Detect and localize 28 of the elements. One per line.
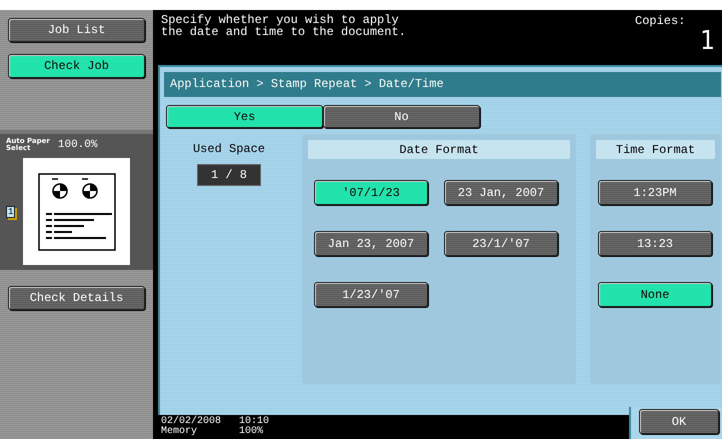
toggle-button[interactable]: Yes (166, 105, 323, 128)
date-format-option[interactable]: 23 Jan, 2007 (444, 180, 558, 205)
copies-badge: 1 (6, 206, 16, 218)
breadcrumb: Application > Stamp Repeat > Date/Time (164, 72, 721, 97)
time-format-option[interactable]: 1:23PM (598, 180, 712, 205)
copies-count: 1 (700, 28, 715, 54)
status-time: 10:10 (239, 417, 270, 427)
ok-button[interactable]: OK (639, 409, 719, 434)
date-format-option[interactable]: '07/1/23 (314, 180, 428, 205)
toggle-button[interactable]: No (323, 105, 480, 128)
memory-label: Memory (161, 427, 198, 437)
time-format-option[interactable]: 13:23 (598, 231, 712, 256)
date-format-option[interactable]: 1/23/'07 (314, 282, 428, 307)
memory-value: 100% (239, 427, 264, 437)
date-format-option[interactable]: 23/1/'07 (444, 231, 558, 256)
status-date: 02/02/2008 (161, 417, 222, 427)
date-format-option[interactable]: Jan 23, 2007 (314, 231, 428, 256)
used-space-label: Used Space (192, 142, 265, 156)
zoom-ratio: 100.0% (58, 139, 98, 151)
section-title: Date Format (308, 140, 570, 159)
sidebar-button[interactable]: Check Job (8, 54, 145, 78)
sidebar-button[interactable]: Job List (8, 18, 145, 42)
copies-label: Copies: (635, 14, 686, 28)
used-space-value: 1 / 8 (197, 164, 261, 186)
instruction-message: Specify whether you wish to apply the date and time to the document. (161, 14, 406, 41)
time-format-option[interactable]: None (598, 282, 712, 307)
section-title: Time Format (596, 140, 715, 159)
check-details-button[interactable]: Check Details (8, 286, 145, 310)
